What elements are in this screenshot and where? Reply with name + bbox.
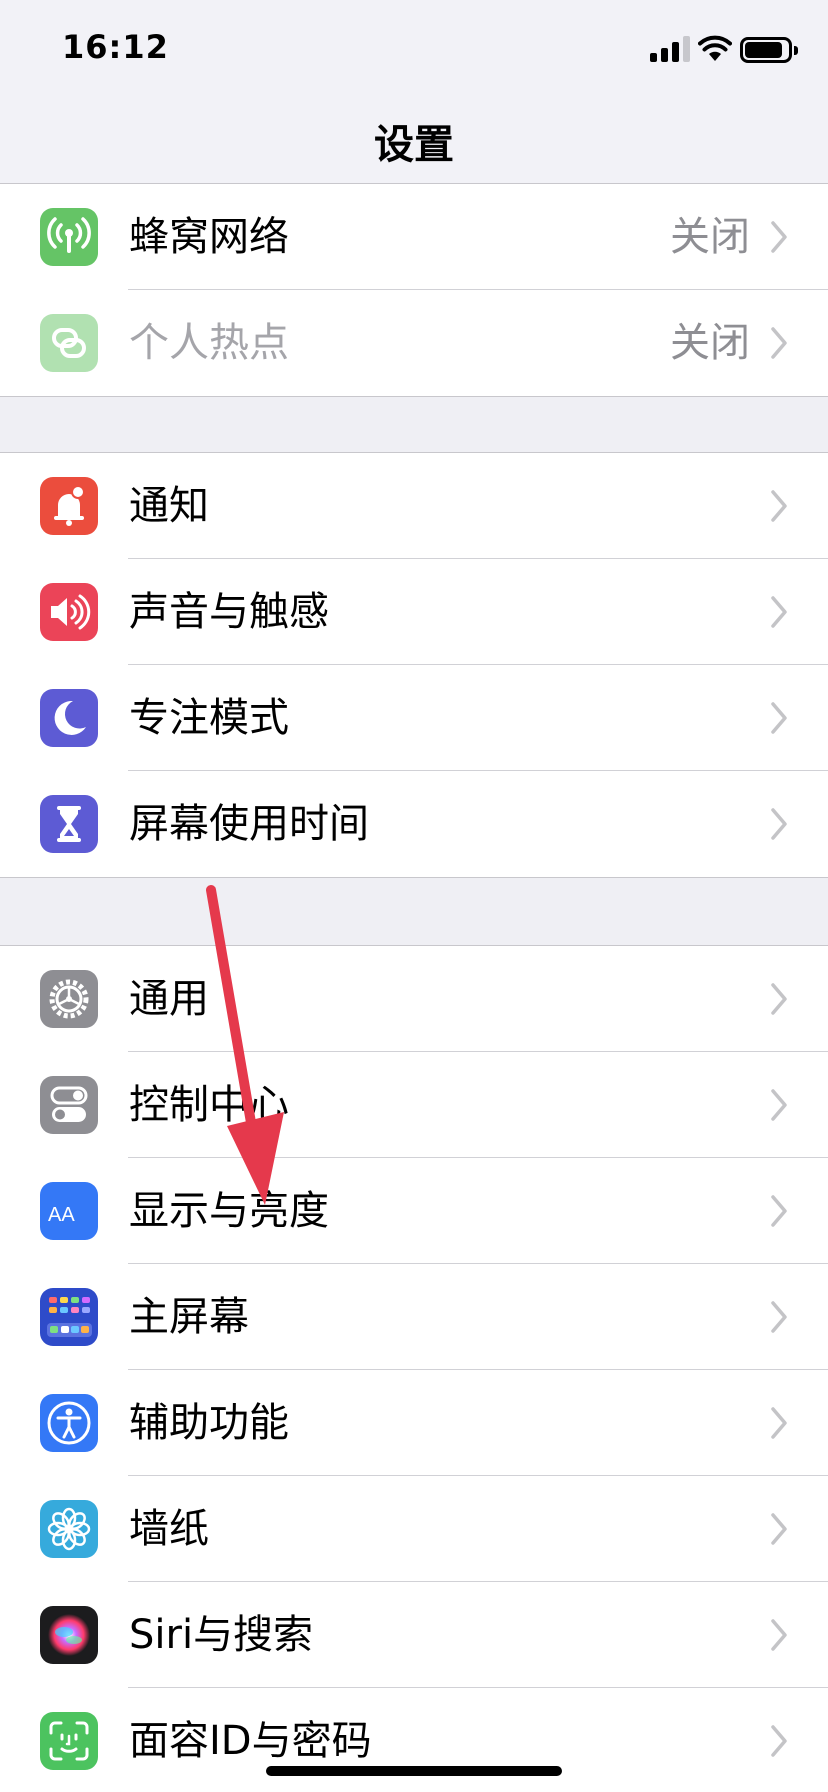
cellular-signal-icon (650, 36, 690, 62)
row-label: 声音与触感 (129, 589, 329, 635)
row-label: 专注模式 (129, 695, 289, 741)
settings-row-sounds[interactable]: 声音与触感 (0, 559, 828, 665)
speaker-icon (40, 583, 98, 641)
page-title: 设置 (374, 122, 454, 168)
settings-row-wallpaper[interactable]: 墙纸 (0, 1476, 828, 1582)
settings-row-face-id[interactable]: 面容ID与密码 (0, 1688, 828, 1792)
antenna-icon (40, 208, 98, 266)
chevron-right-icon (771, 1725, 787, 1757)
row-label: 面容ID与密码 (129, 1718, 372, 1764)
svg-text:AA: AA (48, 1204, 75, 1226)
navigation-bar: 设置 (0, 100, 828, 184)
chevron-right-icon (771, 983, 787, 1015)
settings-row-home-screen[interactable]: 主屏幕 (0, 1264, 828, 1370)
row-label: 主屏幕 (129, 1294, 249, 1340)
row-label: 通知 (129, 483, 209, 529)
settings-row-hotspot[interactable]: 个人热点 关闭 (0, 290, 828, 396)
settings-group-notifications: 通知 声音与触感 专注模式 屏幕使用时间 (0, 452, 828, 878)
settings-row-accessibility[interactable]: 辅助功能 (0, 1370, 828, 1476)
siri-icon (40, 1606, 98, 1664)
row-label: 显示与亮度 (129, 1188, 329, 1234)
settings-row-cellular[interactable]: 蜂窝网络 关闭 (0, 184, 828, 290)
chevron-right-icon (771, 1301, 787, 1333)
chevron-right-icon (771, 1619, 787, 1651)
row-label: 个人热点 (129, 320, 289, 366)
chevron-right-icon (771, 327, 787, 359)
toggles-icon (40, 1076, 98, 1134)
row-label: 屏幕使用时间 (129, 801, 369, 847)
row-label: 墙纸 (129, 1506, 209, 1552)
chevron-right-icon (771, 702, 787, 734)
status-time: 16:12 (62, 28, 169, 66)
wifi-icon (698, 35, 732, 61)
notification-bell-icon (40, 477, 98, 535)
settings-row-notifications[interactable]: 通知 (0, 453, 828, 559)
home-indicator (266, 1766, 562, 1776)
row-value: 关闭 (670, 320, 750, 366)
battery-icon (740, 37, 798, 63)
settings-row-display[interactable]: AA 显示与亮度 (0, 1158, 828, 1264)
settings-row-general[interactable]: 通用 (0, 946, 828, 1052)
settings-group-network: 蜂窝网络 关闭 个人热点 关闭 (0, 184, 828, 397)
hotspot-link-icon (40, 314, 98, 372)
settings-row-control-center[interactable]: 控制中心 (0, 1052, 828, 1158)
flower-icon (40, 1500, 98, 1558)
settings-row-screen-time[interactable]: 屏幕使用时间 (0, 771, 828, 877)
chevron-right-icon (771, 596, 787, 628)
moon-icon (40, 689, 98, 747)
chevron-right-icon (771, 1089, 787, 1121)
row-label: 蜂窝网络 (129, 214, 289, 260)
settings-group-general: 通用 控制中心 AA 显示与亮度 主屏幕 辅助功能 墙纸 Siri与搜索 面容I… (0, 945, 828, 1792)
face-id-icon (40, 1712, 98, 1770)
row-value: 关闭 (670, 214, 750, 260)
chevron-right-icon (771, 808, 787, 840)
chevron-right-icon (771, 1195, 787, 1227)
chevron-right-icon (771, 1407, 787, 1439)
hourglass-icon (40, 795, 98, 853)
accessibility-icon (40, 1394, 98, 1452)
chevron-right-icon (771, 1513, 787, 1545)
gear-icon (40, 970, 98, 1028)
text-size-aa-icon: AA (40, 1182, 98, 1240)
chevron-right-icon (771, 490, 787, 522)
chevron-right-icon (771, 221, 787, 253)
row-label: 控制中心 (129, 1082, 289, 1128)
row-label: 通用 (129, 976, 209, 1022)
home-grid-icon (40, 1288, 98, 1346)
row-label: Siri与搜索 (129, 1612, 314, 1658)
settings-row-focus[interactable]: 专注模式 (0, 665, 828, 771)
settings-row-siri[interactable]: Siri与搜索 (0, 1582, 828, 1688)
row-label: 辅助功能 (129, 1400, 289, 1446)
status-bar: 16:12 (0, 0, 828, 100)
settings-screen: 16:12 设置 蜂窝网络 关闭 个人热点 关闭 通知 声音与触感 专注模式 屏… (0, 0, 828, 1792)
